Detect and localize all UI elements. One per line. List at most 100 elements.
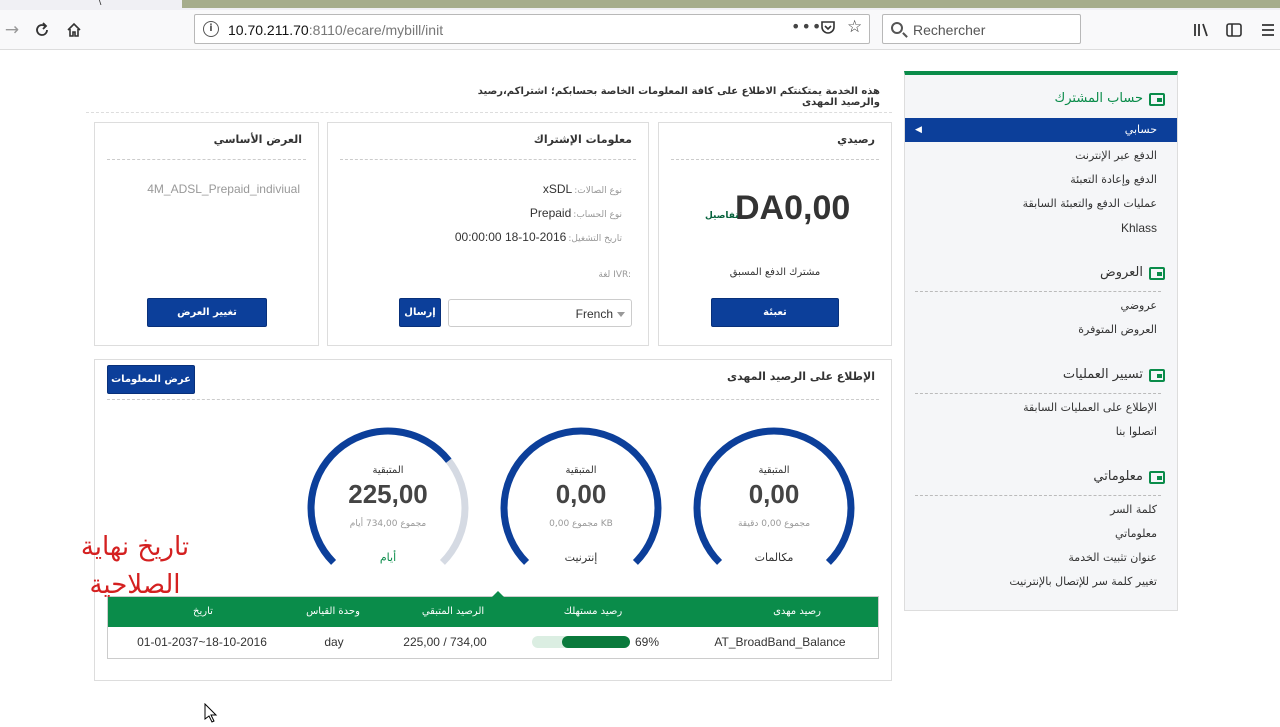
consumed-progress-bar — [532, 636, 630, 648]
sidebar-item-online-payment[interactable]: الدفع عبر الإنترنت — [1075, 149, 1157, 162]
details-link[interactable]: تفاصيل — [705, 211, 739, 221]
gauge-remaining-label: المتبقية — [758, 465, 790, 476]
menu-icon[interactable] — [1256, 18, 1280, 42]
cell-dates: 18-10-2016~01-01-2037 — [137, 635, 267, 649]
cell-unit: day — [324, 635, 344, 649]
sub-row-value: xSDL — [542, 182, 573, 196]
chevron-down-icon — [617, 312, 625, 317]
sub-row-activation-date: تاريخ التشغيل: 18-10-2016 00:00:00 — [455, 230, 622, 244]
pocket-icon[interactable] — [819, 19, 837, 37]
url-text[interactable]: 10.70.211.70:8110/ecare/mybill/init — [228, 22, 443, 38]
page-content: هذه الخدمة يمتكنتكم الاطلاع على كافة الم… — [0, 50, 1280, 723]
tab-fragment: \ — [98, 0, 102, 7]
gauge-value: 0,00 — [748, 479, 800, 509]
intro-divider — [86, 112, 892, 113]
bookmark-star-icon[interactable]: ☆ — [847, 17, 862, 37]
balance-panel: رصيدي DA0,00 تفاصيل مشترك الدفع المسبق ت… — [658, 122, 892, 346]
sidebar-item-payment-recharge[interactable]: الدفع وإعادة التعبئة — [1070, 173, 1157, 186]
recharge-button[interactable]: تعبئة — [711, 298, 839, 327]
sidebar-item-contact[interactable]: اتصلوا بنا — [1116, 425, 1157, 438]
offer-name: 4M_ADSL_Prepaid_indiviual — [147, 182, 300, 196]
reload-icon[interactable] — [30, 18, 54, 42]
annotation-line: الصلاحية — [89, 570, 181, 600]
table-row: AT_BroadBand_Balance 69% 225,00 / 734,00… — [108, 627, 878, 658]
gauge-total: مجموع 0,00 KB — [549, 519, 613, 529]
url-host: 10.70.211.70 — [228, 22, 309, 38]
cell-remaining: 225,00 / 734,00 — [403, 635, 487, 649]
forward-icon[interactable]: → — [0, 18, 24, 42]
sidebar-item-my-account[interactable]: حسابي ◀ — [905, 118, 1177, 142]
gift-title: الإطلاع على الرصيد المهدى — [726, 370, 875, 383]
sidebar-divider — [915, 495, 1161, 496]
gauge-total: مجموع 0,00 دقيقة — [737, 519, 811, 529]
search-placeholder: Rechercher — [913, 22, 986, 38]
sub-row-value: Prepaid — [529, 206, 572, 220]
url-bar[interactable]: i 10.70.211.70:8110/ecare/mybill/init ••… — [194, 14, 870, 44]
wallet-icon — [1149, 369, 1165, 382]
gauge-remaining-label: المتبقية — [565, 465, 597, 476]
sidebar-item-install-address[interactable]: عنوان تثبيت الخدمة — [1068, 551, 1157, 564]
sidebar-item-change-internet-password[interactable]: تغيير كلمة سر للإتصال بالإنترنيت — [1009, 575, 1157, 588]
sub-row-label: تاريخ التشغيل: — [568, 234, 622, 244]
gauge-value: 0,00 — [555, 479, 607, 509]
sub-row-account-type: نوع الحساب: Prepaid — [530, 206, 622, 220]
sidebar-section-operations[interactable]: تسيير العمليات — [1063, 367, 1143, 382]
sidebar-item-operation-history[interactable]: الإطلاع على العمليات السابقة — [1023, 401, 1157, 414]
site-info-icon[interactable]: i — [203, 21, 219, 37]
subscriber-type: مشترك الدفع المسبق — [729, 267, 821, 278]
sidebar-section-my-info[interactable]: معلوماتي — [1093, 469, 1143, 484]
panel-divider — [671, 159, 879, 160]
sidebar-item-password[interactable]: كلمة السر — [1110, 503, 1157, 516]
sidebar-item-available-offers[interactable]: العروض المتوفرة — [1078, 323, 1157, 336]
sidebar-item-label: حسابي — [1124, 123, 1157, 136]
gauge-days: المتبقية 225,00 مجموع 734,00 أيام أيام — [303, 423, 473, 593]
cell-balance-name: AT_BroadBand_Balance — [714, 635, 846, 649]
url-path: :8110/ecare/mybill/init — [308, 22, 444, 38]
col-remaining: الرصيد المتبقي — [421, 606, 485, 617]
balance-amount: DA0,00 — [735, 189, 851, 227]
ivr-language-label: لغة IVR: — [598, 270, 631, 280]
gauge-calls: المتبقية 0,00 مجموع 0,00 دقيقة مكالمات — [689, 423, 859, 593]
sidebar-section-account[interactable]: حساب المشترك — [1055, 91, 1143, 106]
sub-row-value: 18-10-2016 00:00:00 — [454, 230, 567, 244]
gauge-total: مجموع 734,00 أيام — [349, 519, 427, 529]
browser-toolbar: → i 10.70.211.70:8110/ecare/mybill/init … — [0, 10, 1280, 50]
sidebar-item-my-offers[interactable]: عروضي — [1121, 299, 1157, 312]
ivr-language-value: French — [575, 307, 613, 321]
consumed-progress-fill — [562, 636, 630, 648]
sidebar-section-offers[interactable]: العروض — [1100, 265, 1143, 280]
wallet-icon — [1149, 267, 1165, 280]
sidebar-toggle-icon[interactable] — [1222, 18, 1246, 42]
col-consumed: رصيد مستهلك — [563, 606, 623, 617]
panel-divider — [340, 159, 636, 160]
change-offer-button[interactable]: تغيير العرض — [147, 298, 267, 327]
sidebar-divider — [915, 291, 1161, 292]
sidebar: حساب المشترك حسابي ◀ الدفع عبر الإنترنت ا… — [904, 71, 1178, 611]
gauge-name: أيام — [379, 551, 397, 564]
ivr-language-select[interactable]: French — [448, 299, 632, 327]
search-icon — [891, 22, 903, 34]
offer-title: العرض الأساسي — [213, 133, 302, 146]
sidebar-item-khlass[interactable]: Khlass — [1121, 221, 1157, 235]
gauge-value: 225,00 — [348, 479, 428, 509]
cell-consumed-percent: 69% — [634, 635, 660, 649]
gauge-internet: المتبقية 0,00 مجموع 0,00 KB إنترنيت — [496, 423, 666, 593]
caret-left-icon: ◀ — [915, 125, 922, 135]
gift-balance-table: رصيد مهدى رصيد مستهلك الرصيد المتبقي وحد… — [107, 591, 879, 659]
subscription-panel: معلومات الإشتراك نوع الصالات: xSDL نوع ا… — [327, 122, 649, 346]
show-info-button[interactable]: عرض المعلومات — [107, 365, 195, 394]
offer-panel: العرض الأساسي 4M_ADSL_Prepaid_indiviual … — [94, 122, 319, 346]
panel-divider — [107, 399, 879, 400]
search-box[interactable]: Rechercher — [882, 14, 1081, 44]
home-icon[interactable] — [62, 18, 86, 42]
sidebar-item-payment-history[interactable]: عمليات الدفع والتعبئة السابقة — [1023, 197, 1157, 210]
wallet-icon — [1149, 93, 1165, 106]
sub-row-connection-type: نوع الصالات: xSDL — [543, 182, 622, 196]
intro-text: هذه الخدمة يمتكنتكم الاطلاع على كافة الم… — [477, 86, 880, 108]
page-actions-icon[interactable]: ••• — [791, 17, 822, 36]
send-button[interactable]: إرسال — [399, 298, 441, 327]
gauge-remaining-label: المتبقية — [372, 465, 404, 476]
sidebar-item-my-info[interactable]: معلوماتي — [1115, 527, 1157, 540]
wallet-icon — [1149, 471, 1165, 484]
library-icon[interactable] — [1190, 18, 1214, 42]
